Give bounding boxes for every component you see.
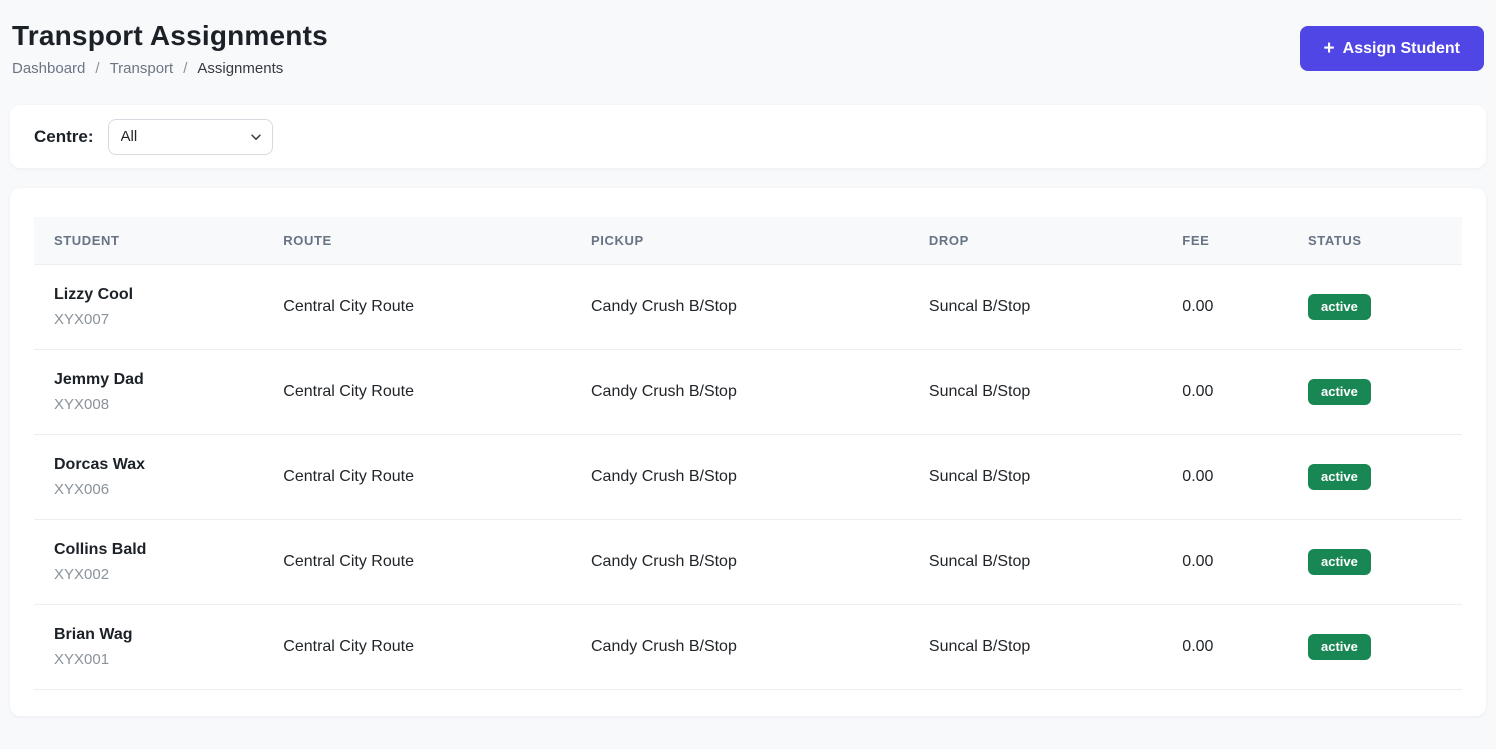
student-cell: Dorcas Wax XYX006 [34,435,263,520]
student-name: Dorcas Wax [54,456,243,474]
column-header-route: Route [263,217,571,265]
column-header-drop: Drop [909,217,1162,265]
student-cell: Brian Wag XYX001 [34,605,263,690]
status-cell: active [1288,265,1462,350]
plus-icon: + [1324,39,1335,58]
title-block: Transport Assignments Dashboard / Transp… [12,20,328,77]
pickup-cell: Candy Crush B/Stop [571,520,909,605]
column-header-student: Student [34,217,263,265]
breadcrumb: Dashboard / Transport / Assignments [12,60,328,77]
student-cell: Lizzy Cool XYX007 [34,265,263,350]
pickup-cell: Candy Crush B/Stop [571,435,909,520]
fee-cell: 0.00 [1162,265,1288,350]
page-header: Transport Assignments Dashboard / Transp… [10,20,1486,77]
centre-select[interactable]: All [108,119,273,155]
assign-student-button-label: Assign Student [1343,40,1460,58]
student-code: XYX008 [54,396,243,413]
column-header-status: Status [1288,217,1462,265]
drop-cell: Suncal B/Stop [909,265,1162,350]
route-cell: Central City Route [263,265,571,350]
student-name: Collins Bald [54,541,243,559]
student-cell: Collins Bald XYX002 [34,520,263,605]
table-row: Brian Wag XYX001 Central City Route Cand… [34,605,1462,690]
status-cell: active [1288,435,1462,520]
breadcrumb-dashboard[interactable]: Dashboard [12,60,85,77]
pickup-cell: Candy Crush B/Stop [571,350,909,435]
fee-cell: 0.00 [1162,520,1288,605]
route-cell: Central City Route [263,520,571,605]
route-cell: Central City Route [263,350,571,435]
drop-cell: Suncal B/Stop [909,605,1162,690]
drop-cell: Suncal B/Stop [909,350,1162,435]
centre-filter-label: Centre: [34,127,94,147]
breadcrumb-separator: / [183,60,187,77]
student-cell: Jemmy Dad XYX008 [34,350,263,435]
fee-cell: 0.00 [1162,435,1288,520]
breadcrumb-separator: / [95,60,99,77]
centre-filter-card: Centre: All [10,105,1486,168]
status-cell: active [1288,350,1462,435]
status-badge: active [1308,549,1371,575]
status-cell: active [1288,520,1462,605]
status-badge: active [1308,294,1371,320]
route-cell: Central City Route [263,435,571,520]
drop-cell: Suncal B/Stop [909,435,1162,520]
pickup-cell: Candy Crush B/Stop [571,265,909,350]
table-row: Jemmy Dad XYX008 Central City Route Cand… [34,350,1462,435]
table-row: Dorcas Wax XYX006 Central City Route Can… [34,435,1462,520]
student-name: Jemmy Dad [54,371,243,389]
transport-assignments-page: Transport Assignments Dashboard / Transp… [0,0,1496,716]
route-cell: Central City Route [263,605,571,690]
assign-student-button[interactable]: + Assign Student [1300,26,1484,71]
table-header: Student Route Pickup Drop Fee Status [34,217,1462,265]
student-name: Brian Wag [54,626,243,644]
pickup-cell: Candy Crush B/Stop [571,605,909,690]
column-header-fee: Fee [1162,217,1288,265]
fee-cell: 0.00 [1162,350,1288,435]
table-row: Lizzy Cool XYX007 Central City Route Can… [34,265,1462,350]
assignments-table: Student Route Pickup Drop Fee Status Liz… [34,217,1462,690]
status-badge: active [1308,634,1371,660]
student-code: XYX002 [54,566,243,583]
fee-cell: 0.00 [1162,605,1288,690]
assignments-table-card: Student Route Pickup Drop Fee Status Liz… [10,188,1486,716]
table-body: Lizzy Cool XYX007 Central City Route Can… [34,265,1462,690]
column-header-pickup: Pickup [571,217,909,265]
student-code: XYX001 [54,651,243,668]
centre-select-wrapper: All [108,119,273,155]
table-row: Collins Bald XYX002 Central City Route C… [34,520,1462,605]
drop-cell: Suncal B/Stop [909,520,1162,605]
status-badge: active [1308,379,1371,405]
student-code: XYX007 [54,311,243,328]
breadcrumb-transport[interactable]: Transport [110,60,174,77]
status-cell: active [1288,605,1462,690]
page-title: Transport Assignments [12,20,328,52]
breadcrumb-assignments: Assignments [197,60,283,77]
student-name: Lizzy Cool [54,286,243,304]
status-badge: active [1308,464,1371,490]
student-code: XYX006 [54,481,243,498]
